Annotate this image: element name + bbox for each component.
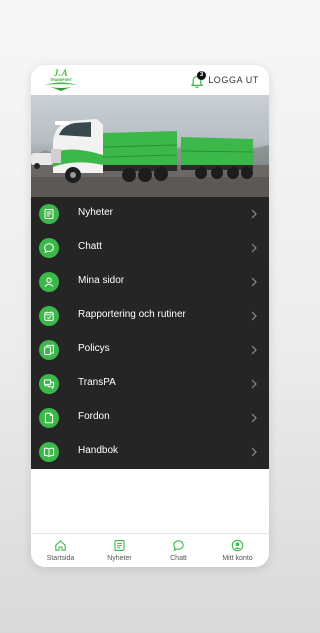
menu-item-handbok[interactable]: Handbok xyxy=(31,435,269,469)
menu-item-policys[interactable]: Policys xyxy=(31,333,269,367)
menu-item-label: Mina sidor xyxy=(78,275,125,286)
newspaper-icon xyxy=(39,204,59,224)
account-icon xyxy=(231,539,244,552)
nav-nyheter[interactable]: Nyheter xyxy=(90,534,149,567)
menu-item-label: Chatt xyxy=(78,241,102,252)
chevron-right-icon xyxy=(251,447,257,457)
nav-mitt-konto[interactable]: Mitt konto xyxy=(208,534,267,567)
chevron-right-icon xyxy=(251,209,257,219)
chat-bubbles-icon xyxy=(39,374,59,394)
nav-label: Nyheter xyxy=(107,555,132,562)
menu-item-rapportering[interactable]: Rapportering och rutiner xyxy=(31,299,269,333)
app-screen: J.A TRANSPORT 3 LOGGA UT Nyheter Chatt M… xyxy=(31,65,269,567)
main-menu: Nyheter Chatt Mina sidor Rapportering oc… xyxy=(31,197,269,469)
chevron-right-icon xyxy=(251,413,257,423)
calendar-check-icon xyxy=(39,306,59,326)
menu-item-label: Rapportering och rutiner xyxy=(78,309,186,320)
documents-icon xyxy=(39,340,59,360)
nav-label: Mitt konto xyxy=(222,555,253,562)
chevron-right-icon xyxy=(251,243,257,253)
menu-item-label: Policys xyxy=(78,343,110,354)
bottom-navigation: Startsida Nyheter Chatt Mitt konto xyxy=(31,533,269,567)
menu-item-label: Handbok xyxy=(78,445,119,456)
menu-item-fordon[interactable]: Fordon xyxy=(31,401,269,435)
newspaper-icon xyxy=(114,540,125,551)
chevron-right-icon xyxy=(251,379,257,389)
chevron-right-icon xyxy=(251,345,257,355)
menu-item-transpa[interactable]: TransPA xyxy=(31,367,269,401)
document-icon xyxy=(39,408,59,428)
menu-item-nyheter[interactable]: Nyheter xyxy=(31,197,269,231)
chat-icon xyxy=(39,238,59,258)
logo-swoosh-icon xyxy=(45,82,77,91)
logout-button[interactable]: LOGGA UT xyxy=(208,75,259,85)
company-logo[interactable]: J.A TRANSPORT xyxy=(43,68,79,92)
menu-item-label: TransPA xyxy=(78,377,116,388)
notification-count-badge: 3 xyxy=(197,71,206,80)
menu-item-mina-sidor[interactable]: Mina sidor xyxy=(31,265,269,299)
user-icon xyxy=(39,272,59,292)
nav-label: Startsida xyxy=(46,555,75,562)
chevron-right-icon xyxy=(251,277,257,287)
chat-icon xyxy=(173,540,184,552)
nav-label: Chatt xyxy=(170,555,187,562)
home-icon xyxy=(55,540,66,551)
menu-item-chatt[interactable]: Chatt xyxy=(31,231,269,265)
chevron-right-icon xyxy=(251,311,257,321)
top-bar: J.A TRANSPORT 3 LOGGA UT xyxy=(31,65,269,95)
menu-item-label: Nyheter xyxy=(78,207,114,218)
menu-item-label: Fordon xyxy=(78,411,110,422)
nav-chatt[interactable]: Chatt xyxy=(149,534,208,567)
book-icon xyxy=(39,442,59,462)
nav-startsida[interactable]: Startsida xyxy=(31,534,90,567)
hero-truck-image xyxy=(31,95,269,197)
